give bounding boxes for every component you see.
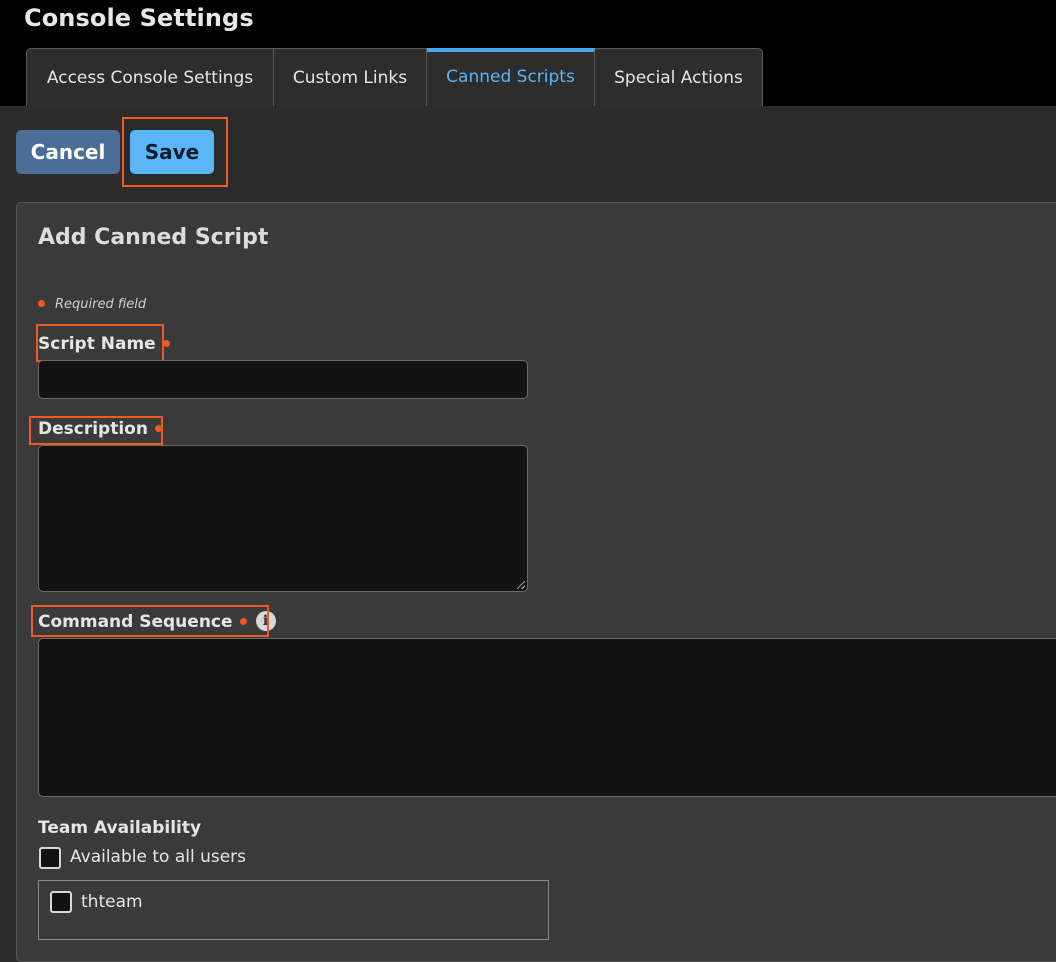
tab-special-actions[interactable]: Special Actions [595,48,763,106]
panel-title: Add Canned Script [38,225,269,250]
tab-canned-scripts[interactable]: Canned Scripts [427,48,595,106]
required-dot-icon [154,424,162,432]
tab-access-console-settings[interactable]: Access Console Settings [26,48,274,106]
cancel-button[interactable]: Cancel [16,130,120,174]
required-field-text: Required field [55,297,147,312]
description-label-text: Description [38,419,148,439]
page-title: Console Settings [24,4,254,32]
script-name-label-text: Script Name [38,334,156,354]
command-sequence-label: Command Sequence i [38,610,276,632]
team-checkbox-thteam[interactable] [50,891,72,913]
required-dot-icon [38,300,45,307]
required-field-note: Required field [38,297,146,312]
info-icon[interactable]: i [255,610,276,631]
command-sequence-label-text: Command Sequence [38,612,233,632]
header-bar: Console Settings Access Console Settings… [0,0,1056,106]
add-canned-script-panel: Add Canned Script Required field Script … [16,202,1056,962]
save-button[interactable]: Save [130,130,214,174]
main-content: Cancel Save Add Canned Script Required f… [0,106,1056,962]
team-list: thteam [38,880,549,940]
resize-grip-icon[interactable] [517,581,525,589]
tab-bar: Access Console Settings Custom Links Can… [26,48,763,106]
required-dot-icon [162,339,170,347]
description-label: Description [38,419,162,439]
team-label-thteam[interactable]: thteam [81,892,143,912]
script-name-label: Script Name [38,334,170,354]
command-sequence-textarea[interactable] [38,638,1056,797]
required-dot-icon [239,617,247,625]
script-name-input[interactable] [38,360,528,399]
all-users-label[interactable]: Available to all users [70,847,246,867]
description-textarea[interactable] [38,445,528,592]
all-users-checkbox[interactable] [39,847,61,869]
tab-custom-links[interactable]: Custom Links [274,48,427,106]
team-availability-label: Team Availability [38,818,202,838]
